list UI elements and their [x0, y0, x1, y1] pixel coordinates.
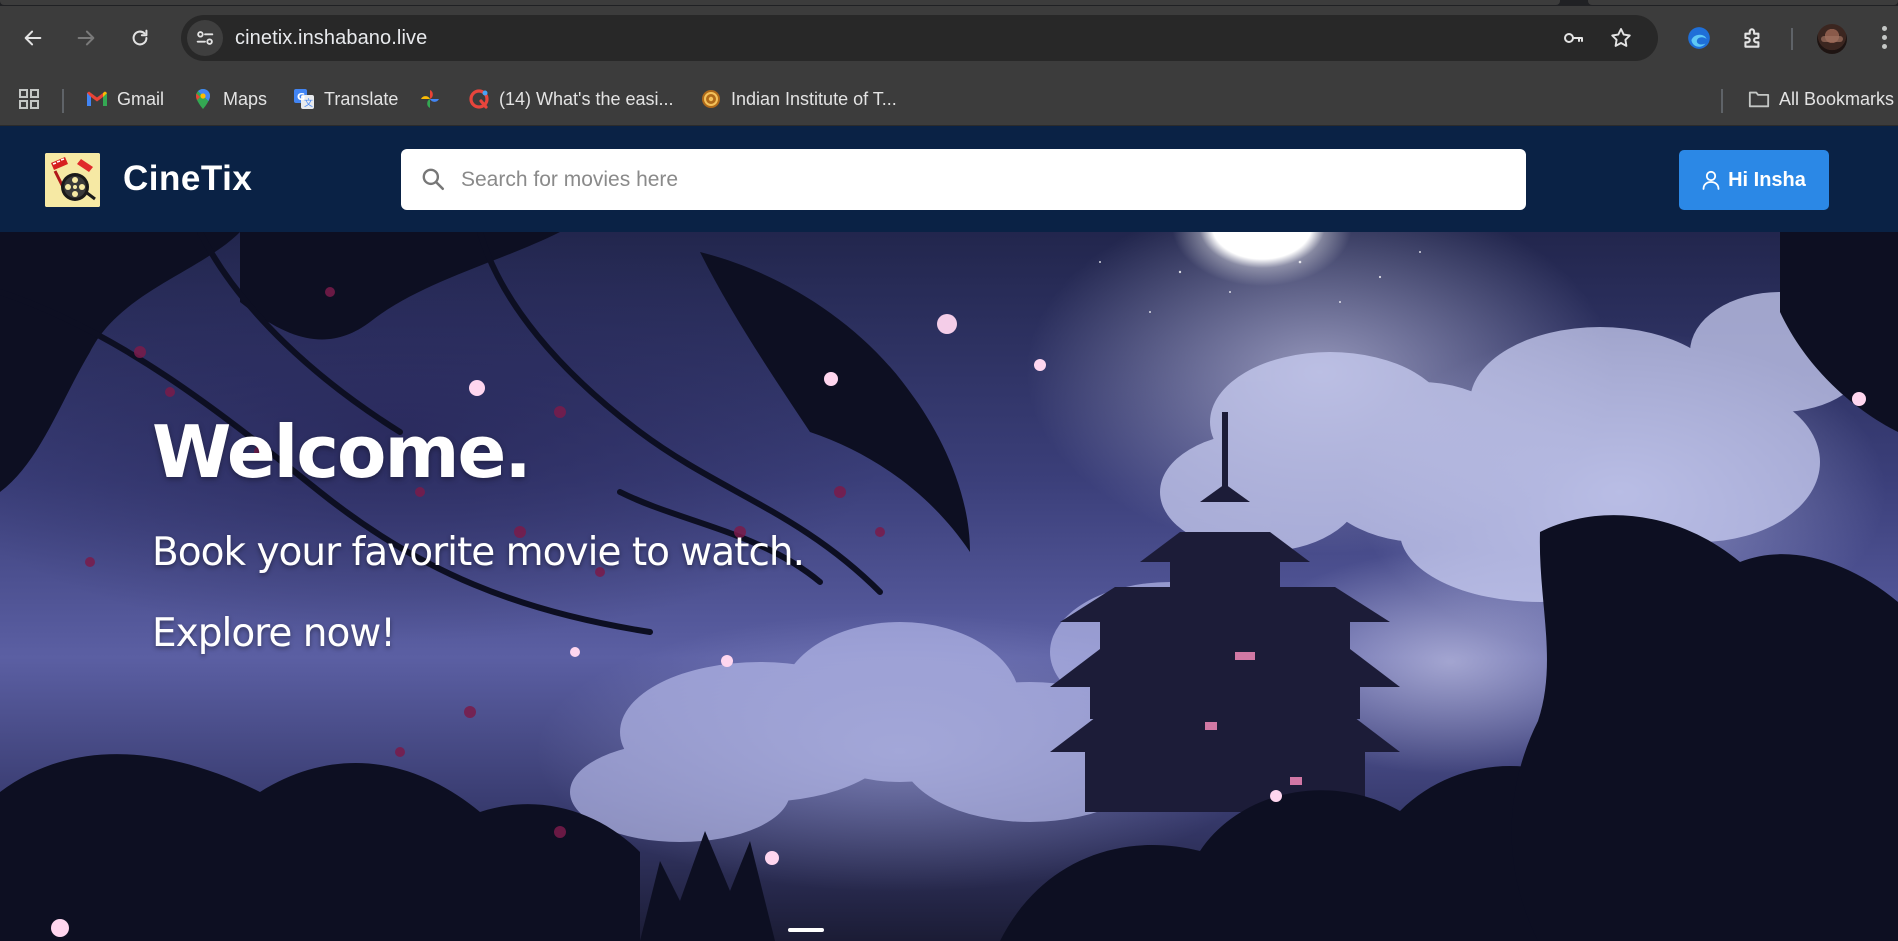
gmail-icon — [86, 88, 108, 110]
forward-arrow-icon — [77, 30, 95, 46]
hero-text-block: Welcome. Book your favorite movie to wat… — [152, 410, 805, 656]
password-key-icon[interactable] — [1561, 26, 1585, 50]
extensions-puzzle-icon[interactable] — [1738, 23, 1768, 53]
browser-menu-icon[interactable] — [1882, 26, 1888, 52]
address-bar[interactable]: cinetix.inshabano.live — [181, 15, 1658, 61]
bookmark-label: Maps — [223, 88, 268, 109]
reload-button[interactable] — [122, 20, 158, 56]
bookmark-quora[interactable]: (14) What's the easi... — [468, 84, 674, 114]
bookmark-star-icon[interactable] — [1609, 26, 1633, 50]
browser-toolbar: cinetix.inshabano.live — [0, 6, 1898, 76]
web-page: CineTix Hi Insha — [0, 126, 1898, 941]
inactive-tab-edge — [1588, 0, 1898, 5]
apps-grid-icon — [18, 88, 40, 110]
forward-button[interactable] — [68, 20, 104, 56]
site-info-button[interactable] — [187, 20, 223, 56]
user-greeting: Hi Insha — [1728, 168, 1806, 191]
bookmark-label: Translate — [324, 88, 399, 109]
bookmark-institute[interactable]: Indian Institute of T... — [700, 84, 897, 114]
back-arrow-icon — [24, 30, 42, 46]
reload-icon — [132, 29, 148, 46]
hero-title: Welcome. — [152, 410, 532, 494]
folder-icon — [1748, 88, 1770, 110]
all-bookmarks-label: All Bookmarks — [1779, 88, 1895, 109]
hero-subtitle: Book your favorite movie to watch. — [152, 530, 805, 575]
search-input[interactable] — [461, 149, 1501, 210]
bookmark-maps[interactable]: Maps — [192, 84, 267, 114]
back-button[interactable] — [15, 20, 51, 56]
extension-edge-icon[interactable] — [1684, 23, 1714, 53]
carousel-indicator[interactable] — [788, 928, 824, 932]
url-text[interactable]: cinetix.inshabano.live — [235, 27, 427, 50]
cinetix-logo[interactable] — [45, 153, 100, 207]
site-favicon — [468, 88, 490, 110]
bookmark-translate[interactable]: G文 Translate — [293, 84, 398, 114]
institute-favicon — [700, 88, 722, 110]
photos-icon — [419, 88, 441, 110]
movie-search-box[interactable] — [401, 149, 1526, 210]
brand-name[interactable]: CineTix — [123, 159, 252, 199]
bookmark-label: Indian Institute of T... — [731, 88, 897, 109]
svg-text:文: 文 — [304, 97, 313, 109]
apps-grid-button[interactable] — [18, 84, 40, 114]
bookmark-gmail[interactable]: Gmail — [86, 84, 164, 114]
bookmarks-bar: Gmail Maps G文 Translate (14) What's the … — [0, 76, 1898, 126]
all-bookmarks-button[interactable]: All Bookmarks — [1748, 84, 1894, 114]
toolbar-divider — [1791, 28, 1793, 50]
bookmark-label: Gmail — [117, 88, 165, 109]
bookmarks-divider — [62, 89, 64, 113]
hero-banner: Welcome. Book your favorite movie to wat… — [0, 232, 1898, 941]
bookmarks-divider — [1721, 89, 1723, 113]
search-icon — [422, 168, 445, 191]
profile-avatar[interactable] — [1817, 24, 1847, 54]
bookmark-label: (14) What's the easi... — [499, 88, 674, 109]
site-header: CineTix Hi Insha — [0, 126, 1898, 232]
explore-now-link[interactable]: Explore now! — [152, 611, 804, 656]
active-tab-edge — [0, 0, 1560, 5]
maps-icon — [192, 88, 214, 110]
user-account-button[interactable]: Hi Insha — [1679, 150, 1829, 210]
translate-icon: G文 — [293, 88, 315, 110]
site-settings-icon — [196, 31, 214, 45]
bookmark-photos[interactable] — [419, 84, 441, 114]
user-icon — [1702, 170, 1720, 190]
